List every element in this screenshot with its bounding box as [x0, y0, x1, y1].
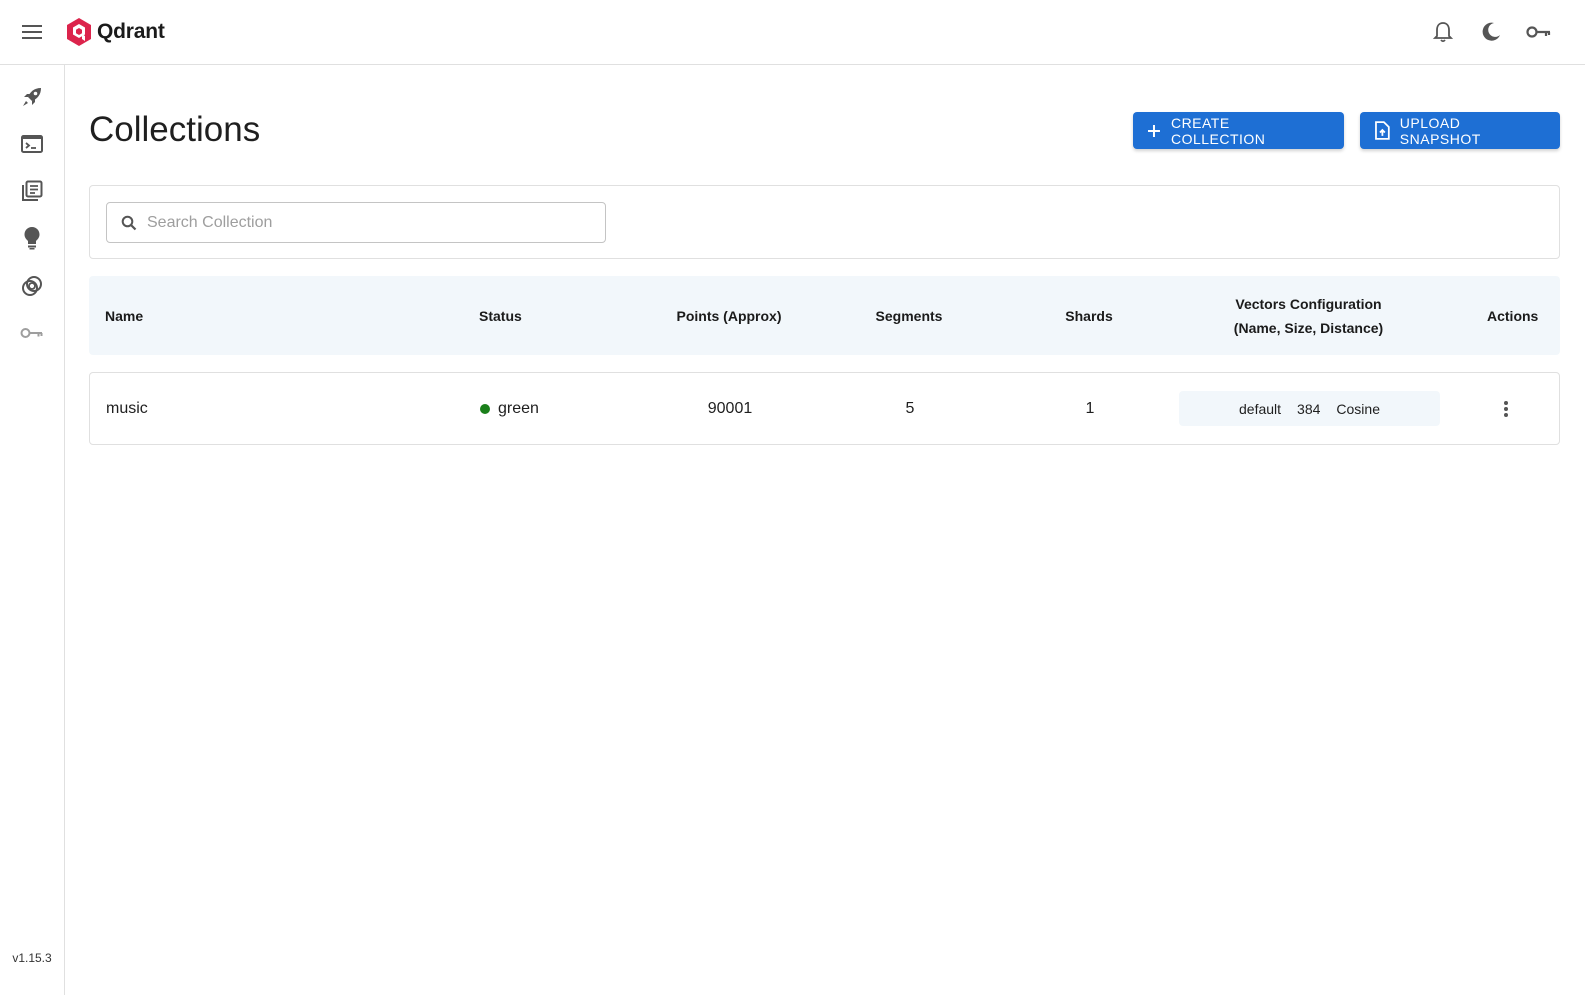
lightbulb-icon: [24, 227, 40, 250]
sidebar-item-welcome[interactable]: [16, 81, 48, 113]
sidebar-item-datasets[interactable]: [16, 270, 48, 302]
table-row[interactable]: music green 90001 5 1 default 384 Cosine: [89, 372, 1560, 445]
column-header-status[interactable]: Status: [479, 276, 522, 355]
top-app-bar: Qdrant: [0, 0, 1585, 65]
sidebar: v1.15.3: [0, 65, 65, 995]
create-collection-button[interactable]: CREATE COLLECTION: [1133, 112, 1344, 149]
library-icon: [22, 180, 43, 201]
collection-points: 90001: [707, 399, 753, 417]
bell-icon[interactable]: [1427, 16, 1459, 48]
upload-file-icon: [1375, 121, 1390, 140]
terminal-icon: [21, 135, 43, 153]
upload-snapshot-button[interactable]: UPLOAD SNAPSHOT: [1360, 112, 1560, 149]
status-text: green: [498, 399, 539, 417]
collection-name[interactable]: music: [106, 373, 148, 444]
sidebar-item-collections[interactable]: [16, 175, 48, 207]
key-icon: [20, 328, 43, 338]
search-card: [89, 185, 1560, 259]
row-actions-menu-icon[interactable]: [1490, 393, 1522, 425]
upload-snapshot-label: UPLOAD SNAPSHOT: [1399, 114, 1481, 147]
column-header-shards[interactable]: Shards: [1009, 276, 1169, 355]
collection-shards: 1: [1085, 399, 1095, 417]
moon-icon[interactable]: [1475, 16, 1507, 48]
search-input[interactable]: [147, 213, 587, 232]
vector-distance: Cosine: [1336, 400, 1380, 417]
page-title: Collections: [89, 110, 261, 149]
key-icon[interactable]: [1523, 16, 1555, 48]
search-box[interactable]: [106, 202, 606, 243]
collection-status: green: [480, 373, 539, 444]
plus-icon: [1147, 124, 1160, 137]
column-header-actions: Actions: [1487, 307, 1539, 324]
create-collection-label: CREATE COLLECTION: [1170, 114, 1266, 147]
vector-size: 384: [1297, 400, 1321, 417]
column-header-segments[interactable]: Segments: [829, 276, 989, 355]
sidebar-item-console[interactable]: [16, 128, 48, 160]
app-name: Qdrant: [97, 20, 165, 43]
column-header-points[interactable]: Points (Approx): [649, 276, 809, 355]
sidebar-item-tutorial[interactable]: [16, 222, 48, 254]
vector-name: default: [1239, 400, 1282, 417]
qdrant-logo[interactable]: Qdrant: [66, 17, 165, 47]
hamburger-menu-icon[interactable]: [16, 16, 48, 48]
column-header-name[interactable]: Name: [105, 276, 143, 355]
sidebar-item-access-tokens[interactable]: [16, 317, 48, 349]
collection-segments: 5: [905, 399, 915, 417]
datasets-icon: [22, 276, 42, 296]
table-header: Name Status Points (Approx) Segments Sha…: [89, 276, 1560, 355]
column-header-vectors-subtitle: (Name, Size, Distance): [1233, 319, 1384, 336]
search-icon: [121, 215, 137, 230]
status-dot: [480, 403, 490, 414]
vector-config-chip: default 384 Cosine: [1179, 391, 1440, 426]
column-header-vectors-title: Vectors Configuration: [1235, 295, 1382, 312]
rocket-icon: [23, 88, 41, 106]
qdrant-logo-icon: [67, 18, 91, 46]
column-header-vectors[interactable]: Vectors Configuration (Name, Size, Dista…: [1178, 276, 1439, 355]
app-version: v1.15.3: [12, 951, 52, 965]
